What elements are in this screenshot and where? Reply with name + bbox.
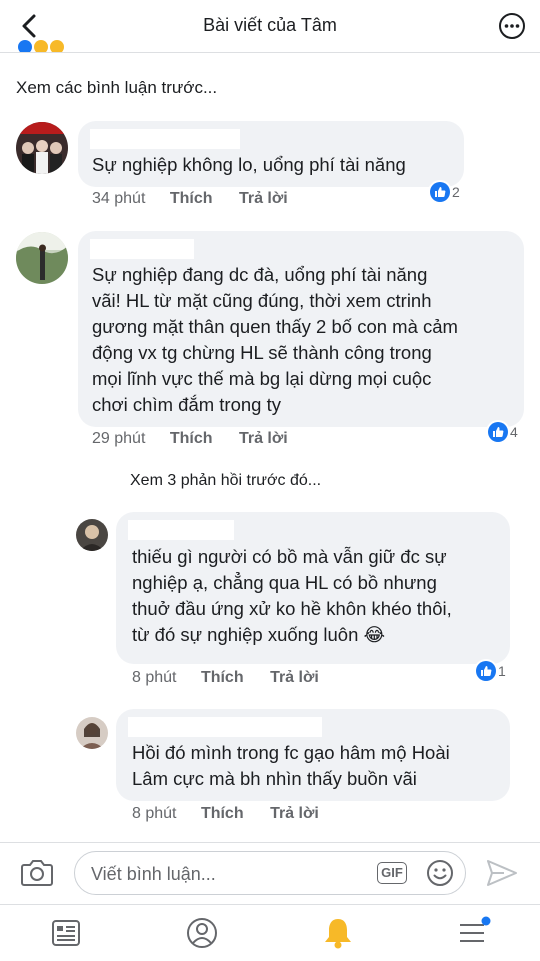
reply-meta: 8 phút Thích Trả lời bbox=[132, 669, 319, 687]
reaction-count-badge[interactable]: 2 bbox=[430, 182, 460, 202]
reaction-count: 2 bbox=[452, 184, 460, 200]
like-icon bbox=[476, 661, 496, 681]
post-reactions-peek bbox=[18, 40, 66, 52]
redacted-author-name bbox=[90, 129, 240, 149]
more-dots-icon bbox=[499, 13, 525, 39]
redacted-author-name bbox=[128, 520, 234, 540]
tab-menu[interactable] bbox=[454, 913, 494, 953]
profile-icon bbox=[187, 918, 217, 948]
like-link[interactable]: Thích bbox=[170, 430, 213, 447]
send-button[interactable] bbox=[486, 859, 518, 887]
like-icon bbox=[430, 182, 450, 202]
top-bar: Bài viết của Tâm bbox=[0, 0, 540, 53]
like-link[interactable]: Thích bbox=[170, 190, 213, 207]
comment-time[interactable]: 34 phút bbox=[92, 190, 145, 207]
emoji-icon bbox=[427, 860, 453, 886]
redacted-author-name bbox=[90, 239, 194, 259]
view-previous-replies-link[interactable]: Xem 3 phản hồi trước đó... bbox=[130, 472, 321, 490]
more-options-button[interactable] bbox=[498, 12, 526, 40]
news-feed-icon bbox=[52, 920, 80, 946]
gif-button[interactable]: GIF bbox=[377, 862, 407, 884]
comment-placeholder: Viết bình luận... bbox=[91, 864, 216, 884]
bottom-tab-bar bbox=[0, 904, 540, 961]
camera-icon bbox=[21, 860, 53, 886]
comment-meta: 29 phút Thích Trả lời bbox=[92, 430, 288, 448]
reply-link[interactable]: Trả lời bbox=[270, 805, 319, 822]
view-previous-comments-link[interactable]: Xem các bình luận trước... bbox=[16, 78, 217, 98]
camera-button[interactable] bbox=[20, 857, 54, 887]
haha-reaction-icon bbox=[34, 40, 48, 52]
like-link[interactable]: Thích bbox=[201, 669, 244, 686]
send-icon bbox=[487, 860, 517, 886]
comment-time[interactable]: 29 phút bbox=[92, 430, 145, 447]
avatar[interactable] bbox=[76, 717, 108, 749]
tab-news-feed[interactable] bbox=[46, 913, 86, 953]
emoji-button[interactable] bbox=[425, 858, 455, 888]
comment-input[interactable]: Viết bình luận... GIF bbox=[74, 851, 466, 895]
reply-text: thiếu gì người có bồ mà vẫn giữ đc sự ng… bbox=[132, 544, 452, 648]
reply-link[interactable]: Trả lời bbox=[270, 669, 319, 686]
redacted-author-name bbox=[128, 717, 322, 737]
bell-icon bbox=[325, 919, 351, 949]
laughing-emoji: 😂 bbox=[363, 624, 386, 645]
reply-text-body: thiếu gì người có bồ mà vẫn giữ đc sự ng… bbox=[132, 546, 452, 645]
like-link[interactable]: Thích bbox=[201, 805, 244, 822]
reaction-count-badge[interactable]: 1 bbox=[476, 661, 506, 681]
reply-link[interactable]: Trả lời bbox=[239, 430, 288, 447]
avatar[interactable] bbox=[16, 232, 68, 284]
reply-time[interactable]: 8 phút bbox=[132, 669, 176, 686]
avatar[interactable] bbox=[76, 519, 108, 551]
tab-profile[interactable] bbox=[182, 913, 222, 953]
menu-icon bbox=[460, 916, 491, 942]
like-icon bbox=[488, 422, 508, 442]
page-title: Bài viết của Tâm bbox=[203, 15, 337, 35]
reply-time[interactable]: 8 phút bbox=[132, 805, 176, 822]
comment-meta: 34 phút Thích Trả lời bbox=[92, 190, 288, 208]
comment-text: Sự nghiệp đang dc đà, uổng phí tài năng … bbox=[92, 264, 458, 415]
reaction-count: 4 bbox=[510, 424, 518, 440]
tab-notifications[interactable] bbox=[318, 913, 358, 953]
reaction-count: 1 bbox=[498, 663, 506, 679]
reply-link[interactable]: Trả lời bbox=[239, 190, 288, 207]
comment-text: Sự nghiệp không lo, uổng phí tài năng bbox=[92, 154, 406, 175]
reaction-count-badge[interactable]: 4 bbox=[488, 422, 518, 442]
reply-meta: 8 phút Thích Trả lời bbox=[132, 805, 319, 823]
wow-reaction-icon bbox=[50, 40, 64, 52]
comment-composer: Viết bình luận... GIF bbox=[0, 842, 540, 905]
avatar[interactable] bbox=[16, 122, 68, 174]
like-reaction-icon bbox=[18, 40, 32, 52]
reply-text: Hồi đó mình trong fc gạo hâm mộ Hoài Lâm… bbox=[132, 742, 450, 789]
